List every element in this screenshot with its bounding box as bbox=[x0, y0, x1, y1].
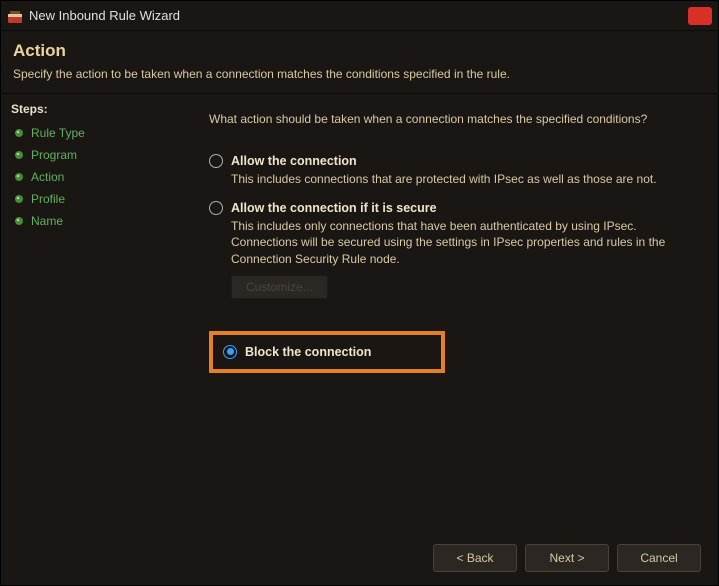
option-header: Allow the connection if it is secure bbox=[209, 201, 690, 215]
bullet-icon bbox=[13, 171, 25, 183]
customize-button: Customize... bbox=[231, 275, 328, 299]
option-label: Allow the connection bbox=[231, 154, 357, 168]
page-description: Specify the action to be taken when a co… bbox=[13, 67, 706, 81]
option-header: Allow the connection bbox=[209, 154, 690, 168]
step-label: Name bbox=[31, 214, 63, 228]
next-button[interactable]: Next > bbox=[525, 544, 609, 572]
app-icon bbox=[7, 8, 23, 24]
cancel-button[interactable]: Cancel bbox=[617, 544, 701, 572]
steps-pane: Steps: Rule Type Program Action bbox=[1, 94, 201, 586]
step-profile[interactable]: Profile bbox=[11, 188, 191, 210]
titlebar: New Inbound Rule Wizard bbox=[1, 1, 718, 31]
radio-allow-secure[interactable] bbox=[209, 201, 223, 215]
step-action[interactable]: Action bbox=[11, 166, 191, 188]
option-description: This includes only connections that have… bbox=[231, 218, 671, 267]
step-rule-type[interactable]: Rule Type bbox=[11, 122, 191, 144]
radio-allow[interactable] bbox=[209, 154, 223, 168]
close-button[interactable] bbox=[688, 7, 712, 25]
page-title: Action bbox=[13, 41, 706, 61]
step-name[interactable]: Name bbox=[11, 210, 191, 232]
bullet-icon bbox=[13, 193, 25, 205]
steps-heading: Steps: bbox=[11, 102, 191, 116]
bullet-icon bbox=[13, 215, 25, 227]
wizard-window: New Inbound Rule Wizard Action Specify t… bbox=[0, 0, 719, 586]
back-button[interactable]: < Back bbox=[433, 544, 517, 572]
highlighted-option: Block the connection bbox=[209, 331, 445, 373]
page-header: Action Specify the action to be taken wh… bbox=[1, 31, 718, 94]
content-area: Steps: Rule Type Program Action bbox=[1, 94, 718, 586]
option-label: Block the connection bbox=[245, 345, 371, 359]
option-description: This includes connections that are prote… bbox=[231, 171, 671, 187]
footer-buttons: < Back Next > Cancel bbox=[433, 544, 701, 572]
prompt-text: What action should be taken when a conne… bbox=[209, 112, 690, 126]
option-header: Block the connection bbox=[223, 345, 371, 359]
option-allow[interactable]: Allow the connection This includes conne… bbox=[209, 154, 690, 187]
step-label: Rule Type bbox=[31, 126, 85, 140]
step-program[interactable]: Program bbox=[11, 144, 191, 166]
window-title: New Inbound Rule Wizard bbox=[29, 8, 688, 23]
step-label: Action bbox=[31, 170, 64, 184]
option-block[interactable]: Block the connection bbox=[223, 345, 371, 359]
step-label: Program bbox=[31, 148, 77, 162]
bullet-icon bbox=[13, 149, 25, 161]
step-label: Profile bbox=[31, 192, 65, 206]
option-label: Allow the connection if it is secure bbox=[231, 201, 437, 215]
main-pane: What action should be taken when a conne… bbox=[201, 94, 718, 586]
radio-block[interactable] bbox=[223, 345, 237, 359]
option-allow-secure[interactable]: Allow the connection if it is secure Thi… bbox=[209, 201, 690, 299]
bullet-icon bbox=[13, 127, 25, 139]
